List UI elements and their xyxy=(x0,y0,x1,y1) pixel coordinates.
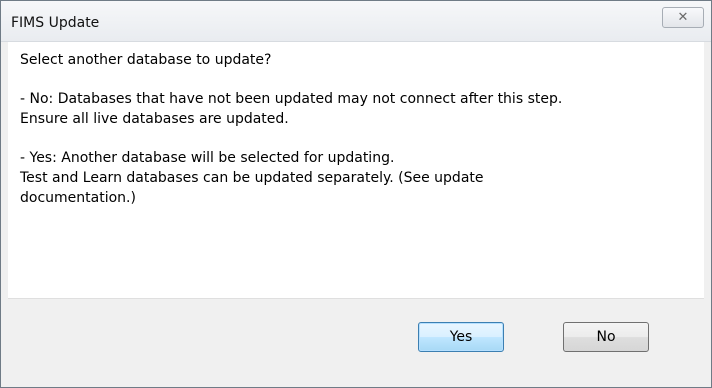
title-bar[interactable]: FIMS Update ✕ xyxy=(1,1,711,42)
button-bar: Yes No xyxy=(8,298,704,375)
question-text: Select another database to update? xyxy=(20,52,272,68)
no-button-label: No xyxy=(596,329,616,345)
yes-option-note-cont: documentation.) xyxy=(20,190,136,206)
no-button[interactable]: No xyxy=(563,322,649,352)
message-text: Select another database to update? - No:… xyxy=(20,50,685,227)
yes-button-label: Yes xyxy=(449,329,473,345)
close-button[interactable]: ✕ xyxy=(662,7,704,28)
close-icon: ✕ xyxy=(677,10,689,25)
dialog-window: FIMS Update ✕ Select another database to… xyxy=(0,0,712,388)
yes-option-note: Test and Learn databases can be updated … xyxy=(20,170,484,186)
yes-option-text: - Yes: Another database will be selected… xyxy=(20,150,395,166)
yes-button[interactable]: Yes xyxy=(418,322,504,352)
no-option-note: Ensure all live databases are updated. xyxy=(20,111,289,127)
no-option-text: - No: Databases that have not been updat… xyxy=(20,91,563,107)
window-title: FIMS Update xyxy=(11,15,100,31)
